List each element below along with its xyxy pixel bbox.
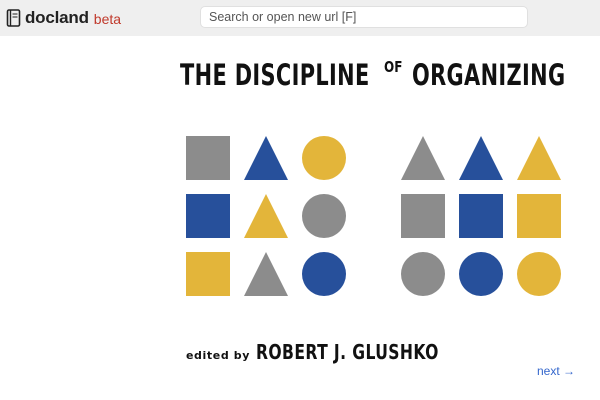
cover-title-part2-wrap: ORGANIZING xyxy=(412,58,600,98)
right-grid-yellow-circle xyxy=(517,252,561,296)
editor-prefix: edited by xyxy=(186,349,250,362)
editor-credit: edited by ROBERT J. GLUSHKO xyxy=(186,340,490,364)
cover-title-connector-wrap: OF xyxy=(384,58,407,98)
left-grid-gray-triangle xyxy=(244,252,288,296)
right-grid-gray-square xyxy=(401,194,445,238)
search-input[interactable] xyxy=(200,6,528,28)
left-grid-gray-square xyxy=(186,136,230,180)
right-grid-gray-circle xyxy=(401,252,445,296)
right-grid-yellow-triangle xyxy=(517,136,561,180)
app-logo[interactable]: docland beta xyxy=(6,7,121,29)
title-connector: OF xyxy=(384,58,403,76)
right-grid-gray-triangle xyxy=(401,136,445,180)
beta-badge: beta xyxy=(93,10,122,27)
left-grid-gray-circle xyxy=(302,194,346,238)
app-name: docland xyxy=(25,8,89,27)
right-grid-blue-triangle xyxy=(459,136,503,180)
right-grid-blue-square xyxy=(459,194,503,238)
title-part1: THE DISCIPLINE xyxy=(180,58,370,92)
book-icon xyxy=(6,9,21,27)
right-grid-yellow-square xyxy=(517,194,561,238)
left-grid-blue-triangle xyxy=(244,136,288,180)
right-grid-blue-circle xyxy=(459,252,503,296)
left-grid-yellow-triangle xyxy=(244,194,288,238)
left-grid-yellow-square xyxy=(186,252,230,296)
top-bar: docland beta xyxy=(0,0,600,36)
left-grid-yellow-circle xyxy=(302,136,346,180)
left-grid-blue-square xyxy=(186,194,230,238)
left-grid-blue-circle xyxy=(302,252,346,296)
next-link[interactable]: next → xyxy=(537,364,575,378)
editor-name: ROBERT J. GLUSHKO xyxy=(255,340,439,364)
title-part2: ORGANIZING xyxy=(412,58,566,92)
